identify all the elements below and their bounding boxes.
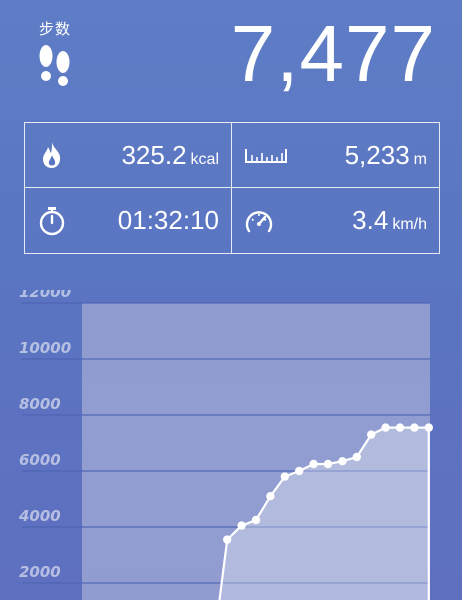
- steps-chart: 2000 4000 6000 8000 10000 12000: [0, 290, 462, 600]
- y-tick-label: 2000: [19, 563, 61, 581]
- data-point: [424, 423, 433, 432]
- data-point: [280, 472, 289, 481]
- data-point: [251, 515, 261, 525]
- calories-value: 325.2: [121, 139, 187, 170]
- data-point: [323, 459, 333, 469]
- flame-icon: [37, 140, 67, 170]
- duration-value: 01:32:10: [117, 205, 219, 235]
- data-point: [266, 492, 275, 501]
- ruler-icon: [244, 140, 288, 170]
- stat-speed: 3.4 km/h: [232, 188, 439, 253]
- stats-grid: 325.2 kcal 5,233 m 01:32:10 3.4 km/h: [24, 122, 440, 254]
- y-tick-label: 8000: [19, 395, 61, 413]
- data-point: [223, 535, 232, 544]
- data-point: [338, 457, 347, 466]
- step-count: 7,477: [230, 9, 436, 98]
- stat-distance: 5,233 m: [232, 123, 439, 188]
- footprints-icon: [39, 45, 70, 86]
- y-tick-label: 4000: [18, 507, 61, 525]
- data-point: [410, 423, 419, 432]
- steps-header: 步数: [32, 18, 78, 87]
- speedometer-icon: [244, 206, 274, 236]
- steps-chart-svg: 2000 4000 6000 8000 10000 12000: [18, 290, 433, 600]
- data-point: [237, 521, 246, 530]
- data-point: [367, 430, 376, 439]
- data-point: [381, 423, 390, 432]
- data-point: [395, 423, 405, 432]
- data-point: [295, 466, 304, 476]
- speed-unit: km/h: [392, 216, 427, 233]
- y-tick-label: 12000: [19, 290, 71, 301]
- distance-unit: m: [413, 150, 427, 168]
- y-tick-label: 10000: [19, 339, 71, 357]
- distance-value: 5,233: [344, 139, 410, 170]
- data-point: [352, 452, 361, 462]
- stopwatch-icon: [37, 206, 67, 236]
- data-point: [309, 459, 318, 469]
- y-tick-label: 6000: [19, 451, 61, 469]
- speed-value: 3.4: [352, 205, 389, 235]
- calories-unit: kcal: [190, 150, 219, 168]
- stat-calories: 325.2 kcal: [25, 123, 232, 188]
- stat-duration: 01:32:10: [25, 188, 232, 253]
- steps-label: 步数: [38, 21, 71, 38]
